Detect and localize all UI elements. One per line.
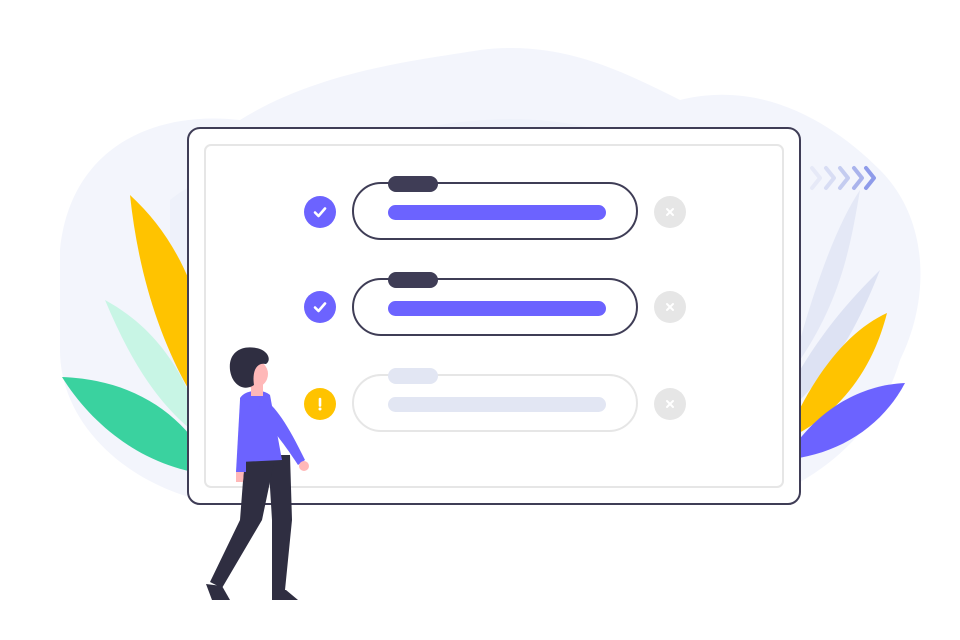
status-check-icon-row-1	[304, 196, 336, 228]
item-bar-2	[388, 301, 606, 316]
item-tab-2	[388, 272, 438, 288]
item-bar-1	[388, 205, 606, 220]
close-icon	[666, 303, 674, 311]
dismiss-button-row-1[interactable]	[654, 196, 686, 228]
checklist	[0, 0, 960, 640]
close-icon	[666, 208, 674, 216]
status-warning-icon-row-3	[304, 388, 336, 420]
close-icon	[666, 400, 674, 408]
check-icon	[313, 302, 327, 313]
dismiss-button-row-2[interactable]	[654, 291, 686, 323]
item-tab-3	[388, 368, 438, 384]
checklist-item-2[interactable]	[352, 272, 638, 336]
item-bar-3	[388, 397, 606, 412]
status-check-icon-row-2	[304, 291, 336, 323]
checklist-item-3[interactable]	[352, 368, 638, 432]
exclamation-icon	[318, 397, 322, 411]
check-icon	[313, 207, 327, 218]
dismiss-button-row-3[interactable]	[654, 388, 686, 420]
checklist-item-1[interactable]	[352, 176, 638, 240]
item-tab-1	[388, 176, 438, 192]
